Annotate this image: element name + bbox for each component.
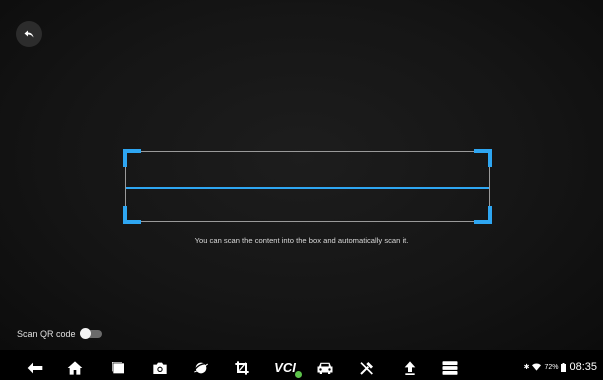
scan-line (126, 187, 489, 189)
toggle-knob (79, 328, 91, 339)
wifi-icon (532, 363, 542, 371)
qr-row: Scan QR code (17, 328, 102, 339)
browser-icon[interactable] (191, 358, 211, 377)
camera-icon[interactable] (150, 358, 170, 377)
qr-label: Scan QR code (17, 328, 76, 339)
back-icon[interactable] (25, 358, 45, 377)
clock: 08:35 (569, 361, 597, 373)
vehicle-icon[interactable] (315, 358, 335, 377)
home-icon[interactable] (65, 358, 85, 377)
tools-icon[interactable] (357, 358, 377, 377)
frame-corner-bottom-right (474, 206, 492, 224)
battery-icon (561, 362, 567, 372)
back-button[interactable] (16, 21, 42, 47)
vci-icon[interactable]: VCI (272, 358, 302, 378)
screenshot-icon[interactable] (232, 358, 252, 377)
menu-icon[interactable] (440, 358, 460, 377)
camera-preview: You can scan the content into the box an… (0, 0, 603, 350)
frame-corner-bottom-left (123, 206, 141, 224)
update-icon[interactable] (400, 358, 420, 377)
vci-status-dot (295, 371, 302, 378)
frame-corner-top-right (474, 149, 492, 167)
scan-hint: You can scan the content into the box an… (194, 236, 409, 245)
recent-apps-icon[interactable] (108, 358, 128, 377)
qr-toggle[interactable] (79, 328, 102, 339)
back-arrow-icon (24, 30, 34, 38)
bluetooth-icon: ✱ (523, 364, 530, 371)
navigation-bar: VCI ✱ 72% 08:35 (0, 355, 603, 380)
scan-frame (123, 149, 492, 224)
battery-level: 72% (544, 363, 559, 371)
vci-label: VCI (274, 360, 296, 375)
status-bar: ✱ 72% 08:35 (524, 361, 597, 373)
frame-corner-top-left (123, 149, 141, 167)
